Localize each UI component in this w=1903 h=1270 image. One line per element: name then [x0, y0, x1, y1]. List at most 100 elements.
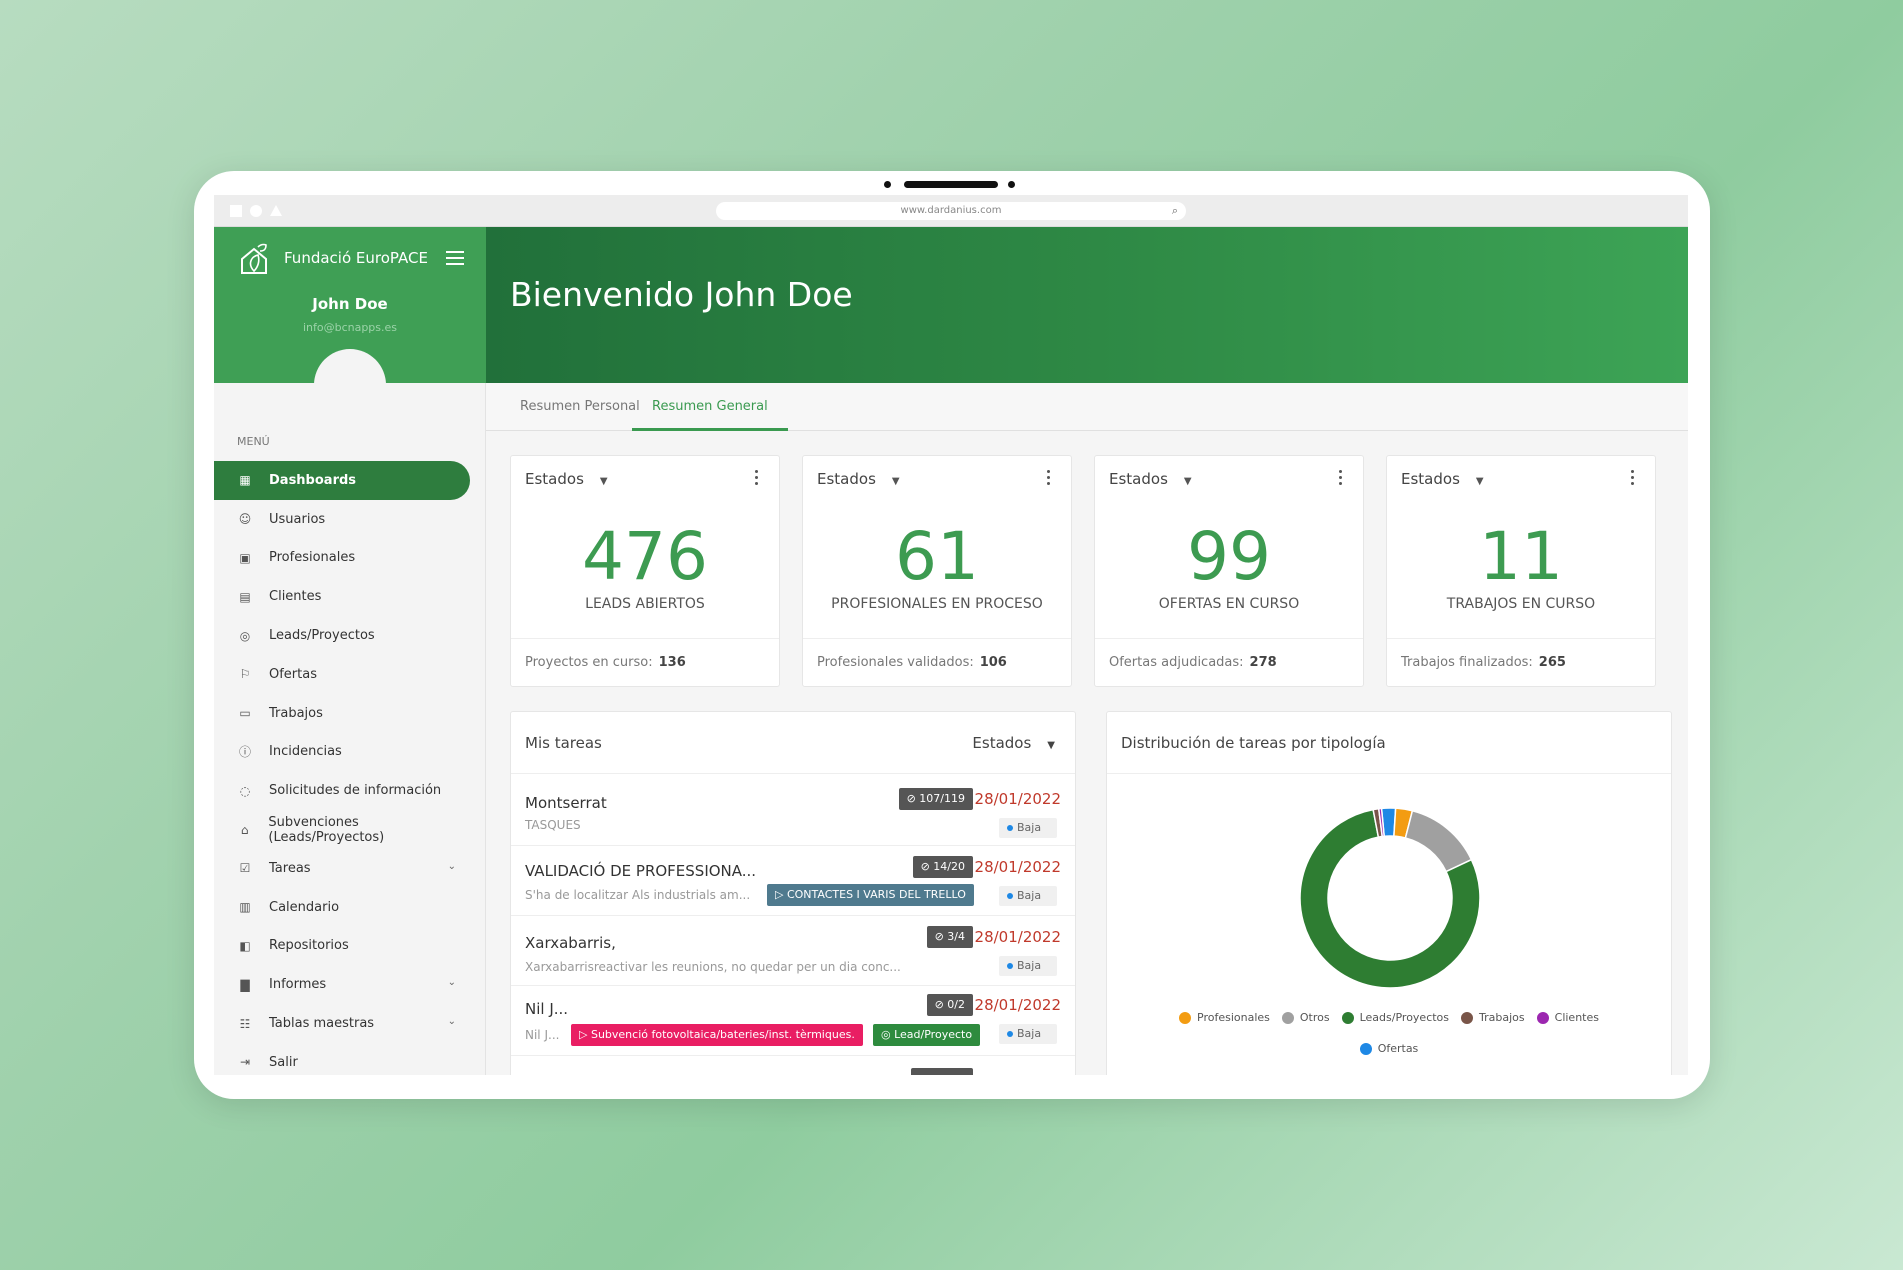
stat-footer: Trabajos finalizados: 265: [1387, 638, 1655, 688]
more-options-icon[interactable]: [1339, 470, 1343, 488]
sidebar-nav: ▦ Dashboards ☺ Usuarios ▣ Profesionales …: [214, 461, 486, 1075]
sidebar-item-ofertas[interactable]: ⚐ Ofertas: [214, 655, 470, 694]
checklist-badge: ⊘ 14/20: [912, 856, 973, 878]
device-camera: [884, 179, 1020, 189]
globe-icon: ◎: [239, 628, 251, 643]
priority-badge: Baja: [999, 886, 1057, 906]
stat-label: LEADS ABIERTOS: [585, 596, 705, 612]
task-title: Montserrat: [525, 794, 607, 812]
sidebar-item-label: Clientes: [269, 589, 322, 605]
task-row[interactable]: Montserrat TASQUES ⊘ 107/119 28/01/2022 …: [511, 774, 1075, 846]
sidebar-item-leads[interactable]: ◎ Leads/Proyectos: [214, 616, 470, 655]
donut-slice-otros[interactable]: [1404, 809, 1473, 873]
distribution-chart-panel: Distribución de tareas por tipología Pro…: [1106, 711, 1672, 1075]
legend-item-trabajos[interactable]: Trabajos: [1461, 1004, 1525, 1032]
sidebar-item-repositorios[interactable]: ◧ Repositorios: [214, 927, 470, 966]
task-tag[interactable]: ▷ CONTACTES I VARIS DEL TRELLO: [767, 884, 974, 906]
stat-value: 99: [1187, 518, 1271, 595]
sidebar-item-label: Subvenciones (Leads/Proyectos): [268, 814, 385, 845]
avatar[interactable]: [314, 349, 386, 383]
chevron-down-icon[interactable]: ⌄: [448, 977, 456, 988]
bag-icon: ▭: [239, 706, 251, 721]
stat-filter-dropdown[interactable]: Estados ▼: [817, 470, 900, 488]
sidebar-item-label: Tablas maestras: [269, 1016, 375, 1032]
caret-down-icon: ▼: [891, 476, 900, 487]
more-options-icon[interactable]: [755, 470, 759, 488]
sidebar-item-incidencias[interactable]: ⓘ Incidencias: [214, 733, 470, 772]
sidebar-header: Fundació EuroPACE John Doe info@bcnapps.…: [214, 227, 486, 383]
sidebar-item-informes[interactable]: ▇ Informes ⌄: [214, 965, 470, 1004]
chart-legend: Profesionales Otros Leads/Proyectos Trabajo…: [1107, 1004, 1671, 1066]
task-subtitle: Nil J...: [525, 1028, 560, 1042]
checklist-badge: [911, 1068, 973, 1075]
tag-icon: ▷: [775, 888, 784, 901]
legend-swatch: [1281, 1012, 1294, 1024]
checklist-badge: ⊘ 3/4: [926, 926, 973, 948]
address-bar[interactable]: www.dardanius.com ⌕: [716, 202, 1186, 220]
sidebar-item-clientes[interactable]: ▤ Clientes: [214, 577, 470, 616]
task-row[interactable]: Xarxabarris, Xarxabarrisreactivar les re…: [511, 916, 1075, 986]
page-title: Bienvenido John Doe: [510, 275, 853, 314]
legend-label: Otros: [1299, 1011, 1330, 1024]
tag-icon: ▷: [579, 1028, 588, 1041]
sidebar-item-label: Trabajos: [269, 705, 323, 721]
check-circle-icon: ⊘: [934, 930, 944, 943]
legend-item-profesionales[interactable]: Profesionales: [1179, 1004, 1270, 1032]
sidebar-item-dashboards[interactable]: ▦ Dashboards: [214, 461, 470, 500]
folder-icon: ◧: [239, 938, 251, 953]
sidebar-item-solicitudes[interactable]: ◌ Solicitudes de información: [214, 771, 470, 810]
legend-item-ofertas[interactable]: Ofertas: [1359, 1035, 1419, 1063]
tab-resumen-general[interactable]: Resumen General: [632, 383, 788, 431]
main-content: Bienvenido John Doe Resumen Personal Res…: [486, 227, 1688, 1075]
app-screen: Fundació EuroPACE John Doe info@bcnapps.…: [214, 227, 1688, 1075]
sidebar-item-profesionales[interactable]: ▣ Profesionales: [214, 539, 470, 578]
house-leaf-logo-icon: [241, 243, 267, 274]
legend-item-clientes[interactable]: Clientes: [1536, 1004, 1599, 1032]
legend-swatch: [1461, 1012, 1474, 1024]
stat-filter-dropdown[interactable]: Estados ▼: [1401, 470, 1484, 488]
legend-label: Leads/Proyectos: [1359, 1011, 1450, 1024]
stat-filter-dropdown[interactable]: Estados ▼: [1109, 470, 1192, 488]
browser-toolbar: www.dardanius.com ⌕: [214, 195, 1688, 227]
task-date: 28/01/2022: [974, 790, 1061, 808]
task-type-tag[interactable]: ◎ Lead/Proyecto: [873, 1024, 981, 1046]
task-row[interactable]: VALIDACIÓ DE PROFESSIONA... S'ha de loca…: [511, 846, 1075, 916]
sidebar-item-salir[interactable]: ⇥ Salir: [214, 1043, 470, 1075]
sidebar-item-subvenciones[interactable]: ⌂ Subvenciones (Leads/Proyectos): [214, 810, 470, 849]
task-row[interactable]: Nil J... Nil J... ⊘ 0/2 28/01/2022 ▷ Sub…: [511, 986, 1075, 1056]
building-icon: ▤: [239, 589, 251, 604]
sidebar-item-calendario[interactable]: ▥ Calendario: [214, 888, 470, 927]
stat-value: 61: [895, 518, 979, 595]
sidebar-item-label: Salir: [269, 1054, 298, 1070]
more-options-icon[interactable]: [1047, 470, 1051, 488]
stat-label: OFERTAS EN CURSO: [1158, 596, 1300, 612]
sidebar-item-tablas[interactable]: ☷ Tablas maestras ⌄: [214, 1004, 470, 1043]
hamburger-menu-icon[interactable]: [446, 251, 464, 265]
legend-label: Ofertas: [1377, 1042, 1419, 1055]
legend-item-otros[interactable]: Otros: [1281, 1004, 1330, 1032]
users-icon: ☺: [238, 512, 252, 527]
legend-item-leads-proyectos[interactable]: Leads/Proyectos: [1341, 1004, 1450, 1032]
tasks-title: Mis tareas: [525, 734, 602, 752]
search-icon[interactable]: ⌕: [1172, 202, 1178, 220]
sidebar-item-trabajos[interactable]: ▭ Trabajos: [214, 694, 470, 733]
chevron-down-icon[interactable]: ⌄: [448, 861, 456, 872]
priority-badge: Baja: [999, 818, 1057, 838]
task-tag[interactable]: ▷ Subvenció fotovoltaica/bateries/inst. …: [571, 1024, 863, 1046]
tasks-filter-dropdown[interactable]: Estados ▼: [972, 734, 1055, 752]
priority-badge: Baja: [999, 956, 1057, 976]
org-name: Fundació EuroPACE: [284, 249, 428, 267]
sidebar-item-tareas[interactable]: ☑ Tareas ⌄: [214, 849, 470, 888]
chevron-down-icon[interactable]: ⌄: [448, 1016, 456, 1027]
task-title: Nil J...: [525, 1000, 569, 1018]
device-frame: www.dardanius.com ⌕ Fundació EuroPACE Jo…: [194, 171, 1710, 1099]
more-options-icon[interactable]: [1631, 470, 1635, 488]
caret-down-icon: ▼: [1475, 476, 1484, 487]
priority-badge: Baja: [999, 1024, 1057, 1044]
calendar-icon: ▥: [239, 900, 251, 915]
check-icon: ☑: [239, 861, 251, 876]
sidebar-item-usuarios[interactable]: ☺ Usuarios: [214, 500, 470, 539]
stat-filter-dropdown[interactable]: Estados ▼: [525, 470, 608, 488]
stat-label: PROFESIONALES EN PROCESO: [831, 596, 1043, 612]
welcome-banner: Bienvenido John Doe: [486, 227, 1688, 383]
